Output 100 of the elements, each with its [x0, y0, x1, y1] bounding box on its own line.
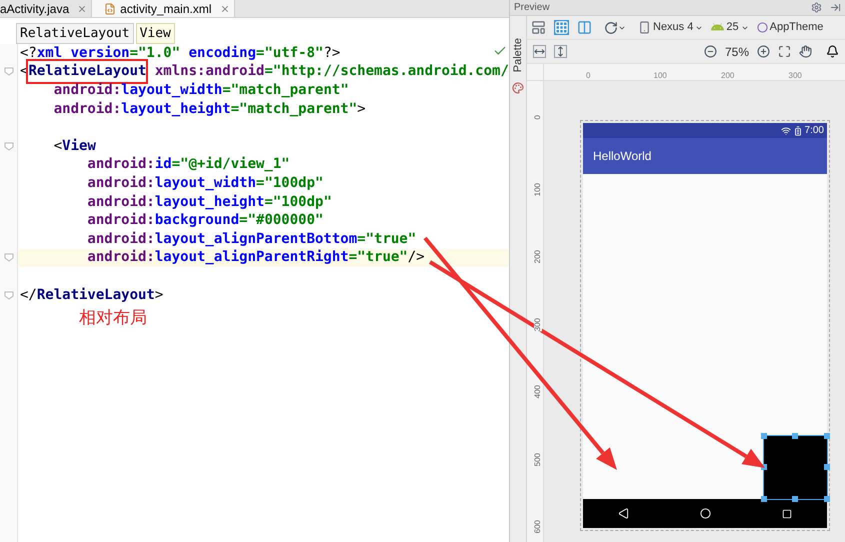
ruler-label: 500: [534, 452, 542, 466]
code-token: android:: [86, 248, 155, 268]
code-token: layout_width: [121, 80, 222, 100]
code-token: ="match_parent": [222, 80, 349, 100]
ruler-label: 300: [788, 72, 802, 80]
code-token: android:: [86, 211, 155, 230]
rotate-icon: [604, 20, 618, 34]
status-time: 7:00: [804, 124, 824, 138]
resize-handle[interactable]: [824, 464, 830, 470]
code-token: background: [154, 211, 240, 230]
fit-height-icon[interactable]: [554, 45, 567, 58]
code-token: >: [357, 100, 366, 119]
palette-icon: [512, 82, 524, 94]
code-token: layout_alignParentBottom: [154, 230, 358, 249]
code-token: ="1.0": [130, 44, 182, 63]
zoom-in-icon[interactable]: [757, 45, 770, 58]
api-level-button[interactable]: 25: [711, 19, 749, 36]
split-view-icon[interactable]: [577, 20, 592, 35]
device-button[interactable]: Nexus 4: [638, 19, 704, 36]
breadcrumb[interactable]: View: [136, 23, 175, 44]
code-token: ="http://schemas.android.com/: [264, 62, 509, 82]
ruler-label: 600: [534, 520, 542, 534]
code-token: >: [154, 286, 164, 305]
pin-icon[interactable]: [830, 2, 841, 13]
code-token: layout_alignParentRight: [154, 248, 349, 268]
code-token: RelativeLayout: [28, 61, 146, 82]
code-token: ="match_parent": [230, 100, 358, 119]
code-token: RelativeLayout: [36, 286, 155, 305]
ruler-label: 0: [534, 115, 542, 120]
recents-icon[interactable]: [782, 508, 792, 518]
close-icon[interactable]: [77, 4, 88, 14]
fit-screen-icon[interactable]: [778, 45, 791, 58]
theme-circle-icon: [756, 22, 768, 33]
theme-button[interactable]: AppTheme: [756, 19, 824, 36]
ruler-label: 400: [534, 385, 542, 398]
resize-handle[interactable]: [792, 496, 798, 502]
settings-icon[interactable]: [811, 2, 822, 13]
close-icon[interactable]: [220, 4, 230, 14]
app-title: HelloWorld: [593, 148, 652, 165]
code-token: ="utf-8": [256, 44, 324, 63]
ruler-label: 200: [721, 72, 734, 80]
pan-icon[interactable]: [799, 45, 812, 58]
ruler-label: 200: [534, 250, 542, 264]
code-token: ="@+id/view_1": [172, 155, 290, 174]
selected-view[interactable]: [764, 436, 827, 499]
fold-marker-icon[interactable]: [4, 142, 14, 151]
code-token: ="100dp": [264, 192, 332, 212]
code-token: ="#000000": [239, 211, 324, 230]
ruler-label: 0: [586, 72, 590, 80]
fold-marker-icon[interactable]: [4, 290, 14, 300]
ruler-label: 100: [534, 182, 542, 196]
code-token: View: [62, 136, 96, 156]
code-token: <?: [20, 44, 37, 63]
zoom-out-icon[interactable]: [704, 45, 717, 58]
code-token: layout_height: [121, 100, 231, 119]
resize-handle[interactable]: [792, 433, 798, 439]
ruler-label: 100: [654, 72, 667, 80]
home-icon[interactable]: [700, 508, 711, 519]
code-token: encoding: [188, 44, 256, 63]
palette-tab[interactable]: Palette: [510, 38, 526, 72]
editor-tab[interactable]: aActivity.java: [0, 0, 92, 17]
code-token: ="true": [348, 248, 408, 268]
code-token: id: [154, 155, 172, 174]
code-token: ="100dp": [256, 174, 324, 193]
editor-tab[interactable]: activity_main.xml: [92, 0, 234, 17]
wifi-icon: [780, 126, 791, 136]
xml-file-icon: [104, 2, 116, 14]
breadcrumb[interactable]: RelativeLayout: [16, 23, 134, 44]
code-token: />: [408, 248, 425, 268]
design-view-icon[interactable]: [531, 20, 546, 35]
fold-marker-icon[interactable]: [4, 253, 14, 262]
zoom-level: 75%: [724, 44, 749, 60]
blueprint-view-icon[interactable]: [554, 20, 569, 35]
code-token: android:: [52, 80, 122, 100]
code-token: android:: [86, 174, 155, 193]
fold-marker-icon[interactable]: [4, 67, 14, 76]
code-token: android:: [52, 100, 122, 119]
annotation-text: 相对布局: [78, 307, 148, 330]
code-token: ="true": [357, 230, 416, 249]
notification-icon[interactable]: [826, 45, 839, 58]
code-token: ?>: [323, 44, 340, 63]
resize-handle[interactable]: [761, 496, 767, 502]
ruler-label: 300: [534, 318, 542, 331]
fit-width-icon[interactable]: [533, 45, 546, 58]
resize-handle[interactable]: [761, 433, 767, 439]
phone-icon: [638, 21, 651, 34]
code-token: xml version: [36, 44, 130, 63]
code-token: layout_width: [154, 174, 256, 193]
back-icon[interactable]: [618, 508, 630, 519]
orientation-button[interactable]: [604, 20, 626, 34]
resize-handle[interactable]: [824, 496, 830, 502]
battery-icon: [792, 126, 803, 136]
code-token: android:: [86, 155, 155, 174]
code-token: layout_height: [154, 192, 264, 212]
resize-handle[interactable]: [824, 433, 830, 439]
code-token: android:: [86, 192, 155, 212]
code-token: <: [52, 136, 62, 156]
code-token: xmlns:android: [154, 62, 264, 82]
code-token: </: [20, 286, 37, 305]
code-token: android:: [86, 230, 155, 249]
